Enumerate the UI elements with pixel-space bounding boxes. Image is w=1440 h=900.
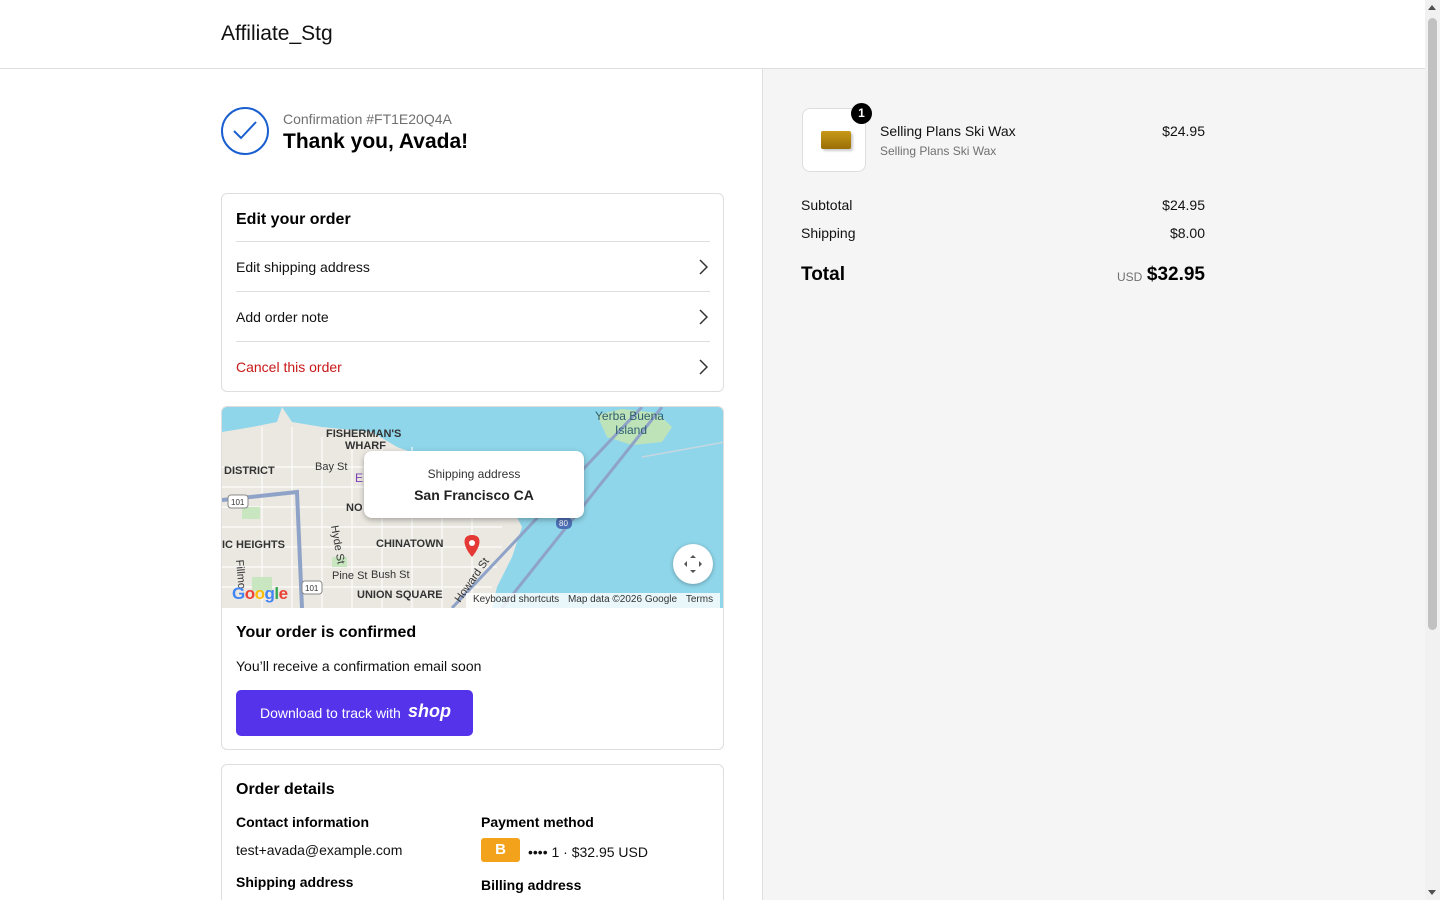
edit-order-title: Edit your order [236, 211, 351, 228]
header: Affiliate_Stg [0, 0, 1425, 69]
edit-shipping-address-button[interactable]: Edit shipping address [236, 241, 710, 291]
order-confirmed-text: You’ll receive a confirmation email soon [236, 658, 482, 674]
contact-email: test+avada@example.com [236, 842, 403, 858]
map-label: Bush St [371, 569, 410, 581]
map-popup-location: San Francisco CA [414, 487, 534, 503]
map-label: DISTRICT [224, 465, 275, 477]
order-summary [763, 69, 1425, 900]
edit-shipping-address-label: Edit shipping address [236, 259, 370, 275]
chevron-right-icon [699, 259, 708, 275]
chevron-right-icon [699, 309, 708, 325]
subtotal-row: Subtotal $24.95 [801, 197, 1205, 213]
map-label: NO [346, 502, 363, 514]
thank-you-heading: Thank you, Avada! [283, 130, 469, 153]
scroll-down-icon[interactable] [1428, 890, 1436, 895]
shipping-value: $8.00 [1169, 225, 1205, 241]
check-circle-icon [221, 107, 269, 155]
map-data-text: Map data ©2026 Google [567, 594, 678, 605]
total-label: Total [801, 264, 845, 285]
keyboard-shortcuts-link[interactable]: Keyboard shortcuts [473, 594, 559, 605]
add-order-note-label: Add order note [236, 309, 329, 325]
shipping-address-label: Shipping address [236, 874, 354, 890]
order-details-card: Order details Contact information test+a… [221, 764, 724, 900]
map-popup-label: Shipping address [427, 467, 521, 481]
payment-bogus-icon: B [481, 838, 520, 862]
map-fullscreen-button[interactable] [673, 544, 713, 584]
shipping-label: Shipping [801, 225, 856, 241]
shop-name[interactable]: Affiliate_Stg [221, 22, 333, 46]
map-label: 101 [305, 584, 319, 593]
map-label: IC HEIGHTS [222, 539, 285, 551]
shop-button-label: Download to track with [260, 705, 401, 721]
map-label: Island [615, 423, 647, 437]
scroll-up-icon[interactable] [1428, 5, 1436, 10]
map-label: 80 [559, 519, 568, 528]
page-scrollbar[interactable] [1425, 0, 1440, 900]
shipping-map[interactable]: FISHERMAN'S WHARF DISTRICT Bay St E NO I… [222, 407, 723, 608]
expand-icon [684, 555, 702, 573]
order-status-card: FISHERMAN'S WHARF DISTRICT Bay St E NO I… [221, 406, 724, 750]
order-details-title: Order details [236, 781, 335, 798]
shop-logo: shop [408, 701, 451, 721]
billing-address-label: Billing address [481, 877, 582, 893]
terms-link[interactable]: Terms [686, 594, 713, 605]
cancel-order-button[interactable]: Cancel this order [236, 341, 710, 391]
map-label: E [355, 471, 363, 485]
map-label: FISHERMAN'S [326, 428, 401, 440]
map-label: Pine St [332, 570, 367, 582]
chevron-right-icon [699, 359, 708, 375]
map-label: Yerba Buena [595, 409, 664, 423]
google-logo: Google [232, 584, 288, 603]
product-name: Selling Plans Ski Wax [880, 123, 1016, 139]
map-label: UNION SQUARE [357, 589, 443, 601]
map-label: Bay St [315, 461, 347, 473]
shipping-row: Shipping $8.00 [801, 225, 1205, 241]
map-popup: Shipping address San Francisco CA [364, 451, 584, 518]
order-confirmed-title: Your order is confirmed [236, 624, 417, 641]
product-variant: Selling Plans Ski Wax [880, 144, 997, 158]
payment-method-label: Payment method [481, 814, 594, 830]
edit-order-card: Edit your order Edit shipping address Ad… [221, 193, 724, 392]
scroll-thumb[interactable] [1428, 18, 1437, 630]
ski-wax-image [821, 131, 851, 149]
confirmation-number: Confirmation #FT1E20Q4A [283, 111, 452, 127]
contact-information-label: Contact information [236, 814, 369, 830]
download-shop-button[interactable]: Download to track with shop [236, 690, 473, 736]
cancel-order-label: Cancel this order [236, 359, 342, 375]
total-value: $32.95 [1146, 264, 1205, 285]
quantity-badge: 1 [851, 103, 872, 124]
map-label: 101 [231, 498, 245, 507]
payment-details: •••• 1 · $32.95 USD [528, 844, 648, 860]
subtotal-label: Subtotal [801, 197, 853, 213]
map-attribution: Keyboard shortcuts Map data ©2026 Google… [466, 593, 721, 608]
map-label: CHINATOWN [376, 538, 443, 550]
product-price: $24.95 [1162, 123, 1205, 139]
add-order-note-button[interactable]: Add order note [236, 291, 710, 341]
subtotal-value: $24.95 [1162, 197, 1205, 213]
